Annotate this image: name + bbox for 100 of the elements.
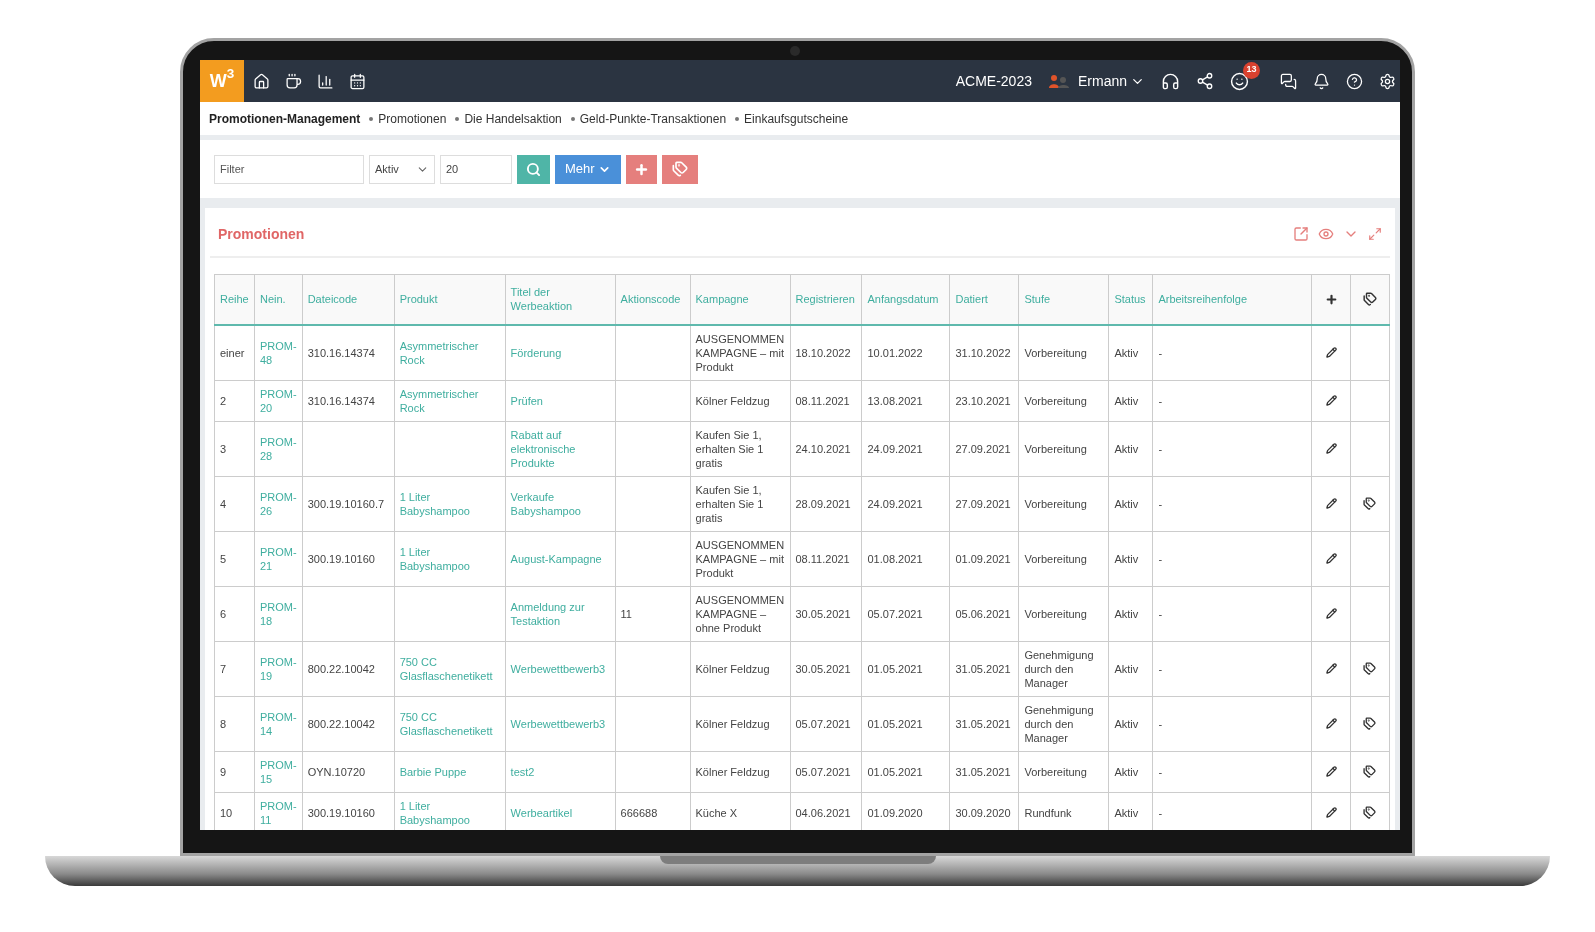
more-button[interactable]: Mehr: [555, 154, 621, 184]
bullet-icon: [455, 116, 460, 121]
table-cell-text: Aktiv: [1114, 496, 1140, 511]
table-cell-text: 2: [220, 393, 228, 408]
table-cell-text: 01.08.2021: [867, 551, 924, 566]
table-cell-text: Aktiv: [1114, 716, 1140, 731]
pencil-icon[interactable]: [1325, 498, 1337, 509]
filter-field[interactable]: Filter: [214, 154, 364, 184]
plus-icon[interactable]: [1324, 292, 1338, 306]
expand-icon[interactable]: [1368, 227, 1382, 241]
table-cell-text: 23.10.2021: [955, 393, 1012, 408]
table-cell-text: Vorbereitung: [1024, 393, 1088, 408]
table-cell: AUSGENOMMEN KAMPAGNE – ohne Produkt: [695, 592, 785, 635]
pencil-icon[interactable]: [1325, 718, 1337, 729]
avatar-icon: [1047, 73, 1070, 89]
breadcrumb-link[interactable]: Promotionen: [378, 109, 447, 128]
column-header[interactable]: Dateicode: [302, 274, 395, 325]
column-header[interactable]: Arbeitsreihenfolge: [1152, 274, 1312, 325]
tags-icon[interactable]: [1363, 806, 1377, 819]
table-cell-text: 27.09.2021: [955, 441, 1012, 456]
table-cell-text: Rundfunk: [1024, 805, 1073, 820]
coffee-cup-icon[interactable]: [285, 72, 302, 90]
company-name[interactable]: ACME-2023: [955, 70, 1032, 92]
pencil-icon[interactable]: [1325, 443, 1337, 454]
table-cell-text: Vorbereitung: [1024, 551, 1088, 566]
help-icon[interactable]: [1346, 72, 1363, 90]
settings-icon[interactable]: [1379, 72, 1396, 90]
table-cell-text: Vorbereitung: [1024, 496, 1088, 511]
column-header[interactable]: Stufe: [1018, 274, 1109, 325]
notification-badge: 13: [1243, 61, 1260, 79]
table-cell-text: 01.05.2021: [867, 716, 924, 731]
add-button[interactable]: [625, 154, 657, 184]
pencil-icon[interactable]: [1325, 608, 1337, 619]
tags-icon[interactable]: [1363, 292, 1377, 307]
table-cell-text: 30.05.2021: [795, 661, 852, 676]
table-cell-text: 300.19.10160: [307, 551, 376, 566]
table-cell-text: Genehmigung durch den Manager: [1024, 647, 1095, 690]
table-cell: AUSGENOMMEN KAMPAGNE – mit Produkt: [695, 537, 785, 580]
share-icon[interactable]: [1196, 72, 1214, 90]
smiley-icon[interactable]: [1230, 71, 1249, 91]
column-header[interactable]: Titel der Werbeaktion: [505, 274, 616, 325]
breadcrumb-link[interactable]: Promotionen-Management: [209, 109, 361, 128]
bar-chart-icon[interactable]: [317, 72, 334, 90]
table-cell-text: 08.11.2021: [795, 551, 851, 566]
table-cell-text: 7: [220, 661, 228, 676]
page-size-field[interactable]: 20: [440, 154, 512, 184]
column-header[interactable]: Reihe: [214, 274, 255, 325]
table-cell-text: -: [1158, 716, 1164, 731]
table-cell-text: Kölner Feldzug: [695, 716, 771, 731]
table-cell-text: Genehmigung durch den Manager: [1024, 702, 1095, 745]
pencil-icon[interactable]: [1325, 766, 1337, 777]
pencil-icon[interactable]: [1325, 553, 1337, 564]
headset-icon[interactable]: [1161, 71, 1180, 91]
user-menu[interactable]: Ermann: [1077, 70, 1145, 92]
chat-icon[interactable]: [1280, 72, 1297, 90]
tags-button[interactable]: [661, 154, 698, 184]
breadcrumb-link[interactable]: Einkaufsgutscheine: [744, 109, 849, 128]
table-cell-text: -: [1158, 606, 1164, 621]
column-header[interactable]: Registrieren: [790, 274, 862, 325]
pencil-icon[interactable]: [1325, 347, 1337, 358]
column-header[interactable]: Aktionscode: [615, 274, 690, 325]
tags-icon[interactable]: [1363, 765, 1377, 778]
table-cell-text: 01.09.2020: [867, 805, 924, 820]
export-icon[interactable]: [1293, 226, 1309, 242]
tags-icon: [671, 161, 688, 177]
table-cell-text: 18.10.2022: [795, 345, 852, 360]
breadcrumb-link[interactable]: Geld-Punkte-Transaktionen: [579, 109, 727, 128]
column-header[interactable]: Anfangsdatum: [862, 274, 950, 325]
table-cell-text: -: [1158, 496, 1164, 511]
tags-icon[interactable]: [1363, 497, 1377, 510]
column-header[interactable]: Kampagne: [690, 274, 790, 325]
logo[interactable]: W$^{3}$: [200, 60, 244, 102]
table-cell-text: 9: [220, 764, 228, 779]
tags-icon[interactable]: [1363, 717, 1377, 730]
table-cell-text: Vorbereitung: [1024, 764, 1088, 779]
eye-icon[interactable]: [1318, 226, 1334, 242]
table-cell-text: 300.19.10160: [307, 805, 376, 820]
table-cell-text: -: [1158, 551, 1164, 566]
table-cell-text: 05.07.2021: [795, 764, 852, 779]
column-header[interactable]: Datiert: [949, 274, 1019, 325]
bell-icon[interactable]: [1313, 72, 1330, 90]
table-cell-text: 310.16.14374: [307, 393, 376, 408]
status-select[interactable]: Aktiv: [369, 154, 435, 184]
tags-icon[interactable]: [1363, 662, 1377, 675]
table-cell-text: Aktiv: [1114, 441, 1140, 456]
panel-title: Promotionen: [218, 224, 305, 244]
pencil-icon[interactable]: [1325, 807, 1337, 818]
column-header[interactable]: Nein.: [254, 274, 303, 325]
home-icon[interactable]: [253, 72, 270, 90]
breadcrumb-link[interactable]: Die Handelsaktion: [464, 109, 562, 128]
pencil-icon[interactable]: [1325, 663, 1337, 674]
column-header[interactable]: Produkt: [394, 274, 506, 325]
table-cell-text: 13.08.2021: [867, 393, 924, 408]
table-cell-text: 800.22.10042: [307, 661, 376, 676]
table-cell-text: 3: [220, 441, 228, 456]
column-header[interactable]: Status: [1108, 274, 1153, 325]
pencil-icon[interactable]: [1325, 395, 1337, 406]
table-cell-text: 300.19.10160.7: [307, 496, 386, 511]
table-cell-text: 05.07.2021: [795, 716, 852, 731]
calendar-icon[interactable]: [349, 72, 366, 90]
